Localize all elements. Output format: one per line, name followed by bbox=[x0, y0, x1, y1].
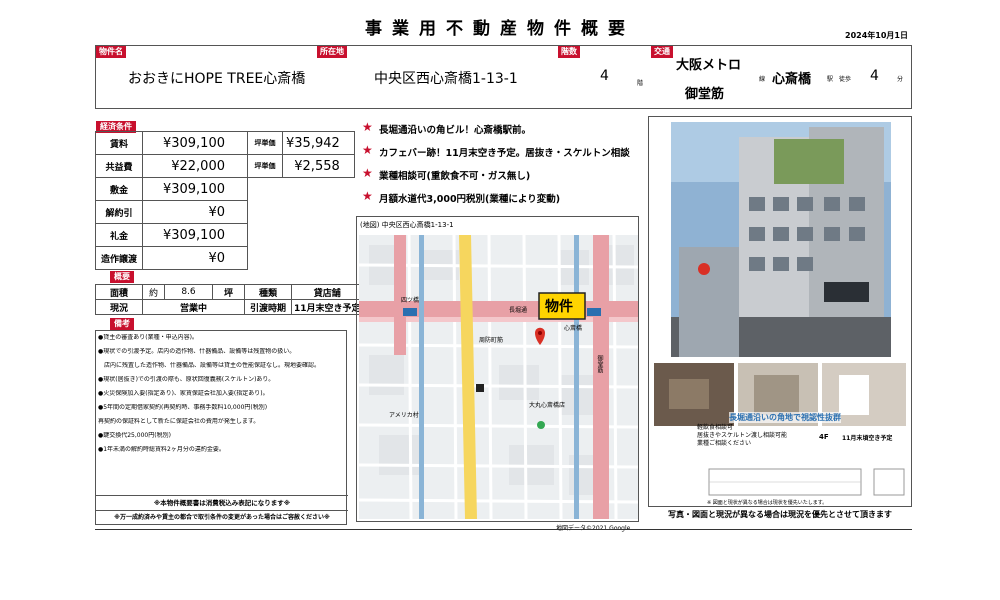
overview-section-label: 概要 bbox=[110, 271, 134, 283]
finance-value: ¥309,100 bbox=[142, 131, 248, 155]
finance-key: 共益費 bbox=[95, 154, 143, 178]
table-row: 礼金 ¥309,100 bbox=[95, 223, 355, 247]
map-street-label: 大丸心斎橋店 bbox=[529, 402, 566, 409]
map-street-label: 四ツ橋 bbox=[401, 297, 420, 304]
finance-table: 賃料 ¥309,100 坪単価 ¥35,942 共益費 ¥22,000 坪単価 … bbox=[95, 131, 355, 270]
traffic-label: 交通 bbox=[651, 46, 673, 58]
floor-unit: 階 bbox=[637, 80, 644, 87]
map-street-label: 御堂筋 bbox=[596, 355, 603, 373]
handover-value: 11月末空き予定 bbox=[291, 299, 364, 315]
map-area[interactable]: 物件 長堀通 御堂筋 周防町筋 心斎橋 四ツ橋 大丸心斎橋店 アメリカ村 bbox=[359, 235, 638, 519]
walk-label: 徒歩 bbox=[839, 76, 852, 83]
property-info-box: 物件名 おおきにHOPE TREE心斎橋 所在地 中央区西心斎橋1-13-1 階… bbox=[95, 45, 912, 109]
line-name-2: 御堂筋 bbox=[685, 87, 725, 102]
finance-key: 礼金 bbox=[95, 223, 143, 247]
finance-key: 造作譲渡 bbox=[95, 246, 143, 270]
station-suffix: 駅 bbox=[827, 76, 834, 83]
map-street-label: 長堀通 bbox=[509, 307, 528, 314]
type-label: 種類 bbox=[244, 284, 292, 300]
finance-value: ¥0 bbox=[142, 246, 248, 270]
line-suffix: 線 bbox=[759, 76, 766, 83]
floor-value: 4 bbox=[600, 68, 609, 84]
finance-value: ¥0 bbox=[142, 200, 248, 224]
notes-box: ●貸主の審査あり(業種・申込内容)。 ●現状での引渡予定。店内の造作物、什器備品… bbox=[95, 330, 348, 525]
table-row: 面積 約 8.6 坪 種類 貸店舗 bbox=[95, 284, 364, 300]
list-item: ●5年間の定期借家契約(再契約時、事務手数料10,000円(税別) bbox=[98, 404, 268, 411]
finance-unit-value: ¥35,942 bbox=[282, 131, 355, 155]
star-icon: ★ bbox=[362, 120, 373, 134]
status-value: 営業中 bbox=[142, 299, 245, 315]
floor-banner: 長堀通沿いの角地で視認性抜群 bbox=[729, 412, 841, 423]
line-name-1: 大阪メトロ bbox=[676, 58, 742, 73]
photo-graphic bbox=[649, 117, 911, 506]
finance-key: 敷金 bbox=[95, 177, 143, 201]
notes-list: ●貸主の審査あり(業種・申込内容)。 ●現状での引渡予定。店内の造作物、什器備品… bbox=[98, 334, 346, 460]
floor-label: 4F bbox=[819, 433, 829, 441]
map-copyright: 地図データ©2021 Google bbox=[556, 523, 630, 532]
station-name: 心斎橋 bbox=[772, 72, 812, 87]
area-value: 8.6 bbox=[164, 284, 213, 300]
list-item: 店内に残置した造作物、什器備品、設備等は貸主の性能保証なし。現地要確認。 bbox=[98, 362, 321, 369]
map-panel: (地図) 中央区西心斎橋1-13-1 物件 長堀通 御堂筋 周防町筋 心斎橋 四… bbox=[356, 216, 639, 522]
star-icon: ★ bbox=[362, 189, 373, 203]
table-row: 解約引 ¥0 bbox=[95, 200, 355, 224]
map-street-label: 周防町筋 bbox=[479, 337, 504, 344]
address-label: 所在地 bbox=[317, 46, 347, 58]
finance-value: ¥309,100 bbox=[142, 223, 248, 247]
type-value: 貸店舗 bbox=[291, 284, 364, 300]
notes-footer-tax: ※本物件概要書は消費税込み表記になります※ bbox=[96, 495, 348, 510]
photo-caption: 写真・図面と現況が異なる場合は現況を優先とさせて頂きます bbox=[668, 510, 892, 519]
finance-key: 賃料 bbox=[95, 131, 143, 155]
overview-table: 面積 約 8.6 坪 種類 貸店舗 現況 営業中 引渡時期 11月末空き予定 bbox=[95, 284, 364, 315]
map-header: (地図) 中央区西心斎橋1-13-1 bbox=[360, 221, 454, 229]
list-item: ●現状(居抜き)での引渡の際も、原状回復義務(スケルトン)あり。 bbox=[98, 376, 275, 383]
photo-panel: 長堀通沿いの角地で視認性抜群 軽飲食相談可 居抜きやスケルトン渡し相談可能 業種… bbox=[648, 116, 912, 507]
table-row: 共益費 ¥22,000 坪単価 ¥2,558 bbox=[95, 154, 355, 178]
document-date: 2024年10月1日 bbox=[845, 31, 908, 40]
property-name-label: 物件名 bbox=[96, 46, 126, 58]
list-item: ●現状での引渡予定。店内の造作物、什器備品、設備等は残置物の扱い。 bbox=[98, 348, 296, 355]
table-row: 賃料 ¥309,100 坪単価 ¥35,942 bbox=[95, 131, 355, 155]
map-street-label: アメリカ村 bbox=[389, 412, 419, 419]
star-icon: ★ bbox=[362, 166, 373, 180]
list-item: 再契約の保証料として新たに保証会社の費用が発生します。 bbox=[98, 418, 260, 425]
finance-key: 解約引 bbox=[95, 200, 143, 224]
table-row: 現況 営業中 引渡時期 11月末空き予定 bbox=[95, 299, 364, 315]
floor-sub: 業種ご相談ください bbox=[697, 440, 752, 447]
star-icon: ★ bbox=[362, 143, 373, 157]
walk-minutes: 4 bbox=[870, 68, 879, 84]
list-item: ●1年未満の解約時総賃料2ヶ月分の違約金要。 bbox=[98, 446, 225, 453]
status-label: 現況 bbox=[95, 299, 143, 315]
area-approx: 約 bbox=[142, 284, 165, 300]
finance-unit-value: ¥2,558 bbox=[282, 154, 355, 178]
notes-footer-disclaimer: ※万一成約済みや賃主の都合で取引条件の変更があった場合はご容赦ください※ bbox=[96, 510, 348, 525]
finance-value: ¥22,000 bbox=[142, 154, 248, 178]
map-street-label: 心斎橋 bbox=[564, 325, 583, 332]
table-row: 敷金 ¥309,100 bbox=[95, 177, 355, 201]
area-label: 面積 bbox=[95, 284, 143, 300]
finance-unit-key: 坪単価 bbox=[247, 131, 283, 155]
table-row: 造作譲渡 ¥0 bbox=[95, 246, 355, 270]
notes-section-label: 備考 bbox=[110, 318, 134, 330]
property-name: おおきにHOPE TREE心斎橋 bbox=[128, 71, 306, 87]
map-graphic bbox=[359, 235, 638, 519]
floor-note: 11月末頃空き予定 bbox=[842, 435, 893, 442]
finance-unit-key: 坪単価 bbox=[247, 154, 283, 178]
walk-unit: 分 bbox=[897, 76, 904, 83]
area-unit: 坪 bbox=[212, 284, 245, 300]
property-address: 中央区西心斎橋1-13-1 bbox=[374, 71, 518, 87]
floor-disclaimer: ※ 図面と現状が異なる場合は現状を優先いたします。 bbox=[707, 500, 828, 506]
list-item: ●貸主の審査あり(業種・申込内容)。 bbox=[98, 334, 198, 341]
handover-label: 引渡時期 bbox=[244, 299, 292, 315]
list-item: ●火災保険加入要(指定あり)、家賃保証会社加入要(指定あり)。 bbox=[98, 390, 269, 397]
list-item: ●鍵交換代25,000円(税別) bbox=[98, 432, 171, 439]
bottom-rule bbox=[95, 529, 912, 530]
map-marker-label: 物件 bbox=[545, 299, 573, 315]
floor-label: 階数 bbox=[558, 46, 580, 58]
finance-value: ¥309,100 bbox=[142, 177, 248, 201]
